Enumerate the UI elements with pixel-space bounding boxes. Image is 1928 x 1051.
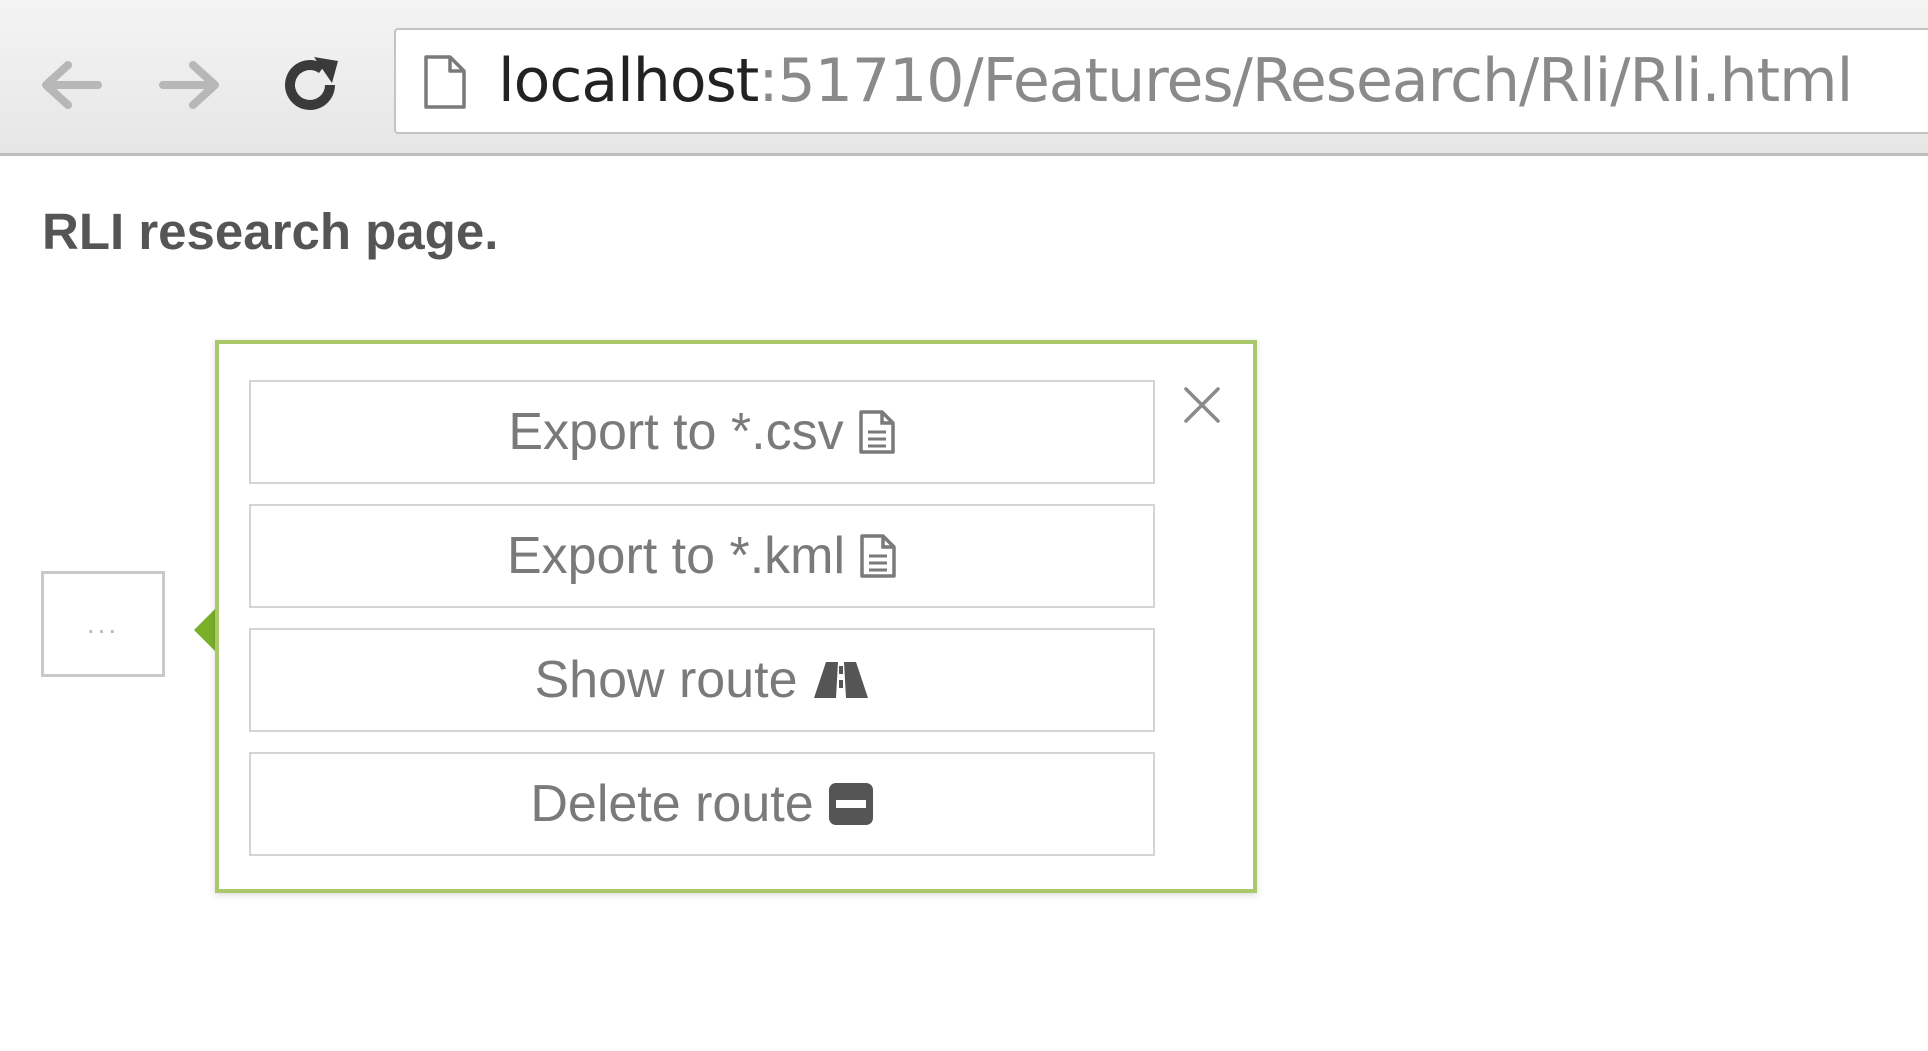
browser-toolbar: localhost:51710/Features/Research/Rli/Rl…: [0, 0, 1928, 156]
url-host: localhost: [498, 46, 759, 116]
url-text: localhost:51710/Features/Research/Rli/Rl…: [498, 46, 1853, 116]
export-csv-button[interactable]: Export to *.csv: [249, 380, 1155, 484]
url-path: :51710/Features/Research/Rli/Rli.html: [758, 46, 1853, 116]
reload-icon: [285, 57, 338, 110]
delete-route-label: Delete route: [530, 775, 814, 833]
more-options-button[interactable]: ...: [41, 571, 165, 677]
forward-button[interactable]: [145, 40, 235, 130]
address-bar[interactable]: localhost:51710/Features/Research/Rli/Rl…: [394, 28, 1928, 134]
route-actions-popover: Export to *.csv Export to *.kml Show rou…: [215, 340, 1257, 893]
popover-arrow: [194, 608, 216, 652]
export-kml-label: Export to *.kml: [506, 527, 846, 585]
show-route-button[interactable]: Show route: [249, 628, 1155, 732]
export-csv-label: Export to *.csv: [508, 403, 844, 461]
page-title: RLI research page.: [42, 203, 499, 260]
delete-route-button[interactable]: Delete route: [249, 752, 1155, 856]
file-icon: [858, 409, 896, 455]
close-icon: [1184, 387, 1220, 423]
minus-square-icon: [828, 782, 874, 826]
arrow-left-icon: [42, 61, 102, 109]
file-icon: [859, 533, 897, 579]
back-button[interactable]: [26, 40, 116, 130]
close-button[interactable]: [1177, 380, 1227, 430]
export-kml-button[interactable]: Export to *.kml: [249, 504, 1155, 608]
road-icon: [812, 660, 870, 700]
show-route-label: Show route: [534, 651, 798, 709]
reload-button[interactable]: [265, 40, 355, 130]
page-icon: [424, 55, 466, 109]
arrow-right-icon: [159, 61, 219, 109]
